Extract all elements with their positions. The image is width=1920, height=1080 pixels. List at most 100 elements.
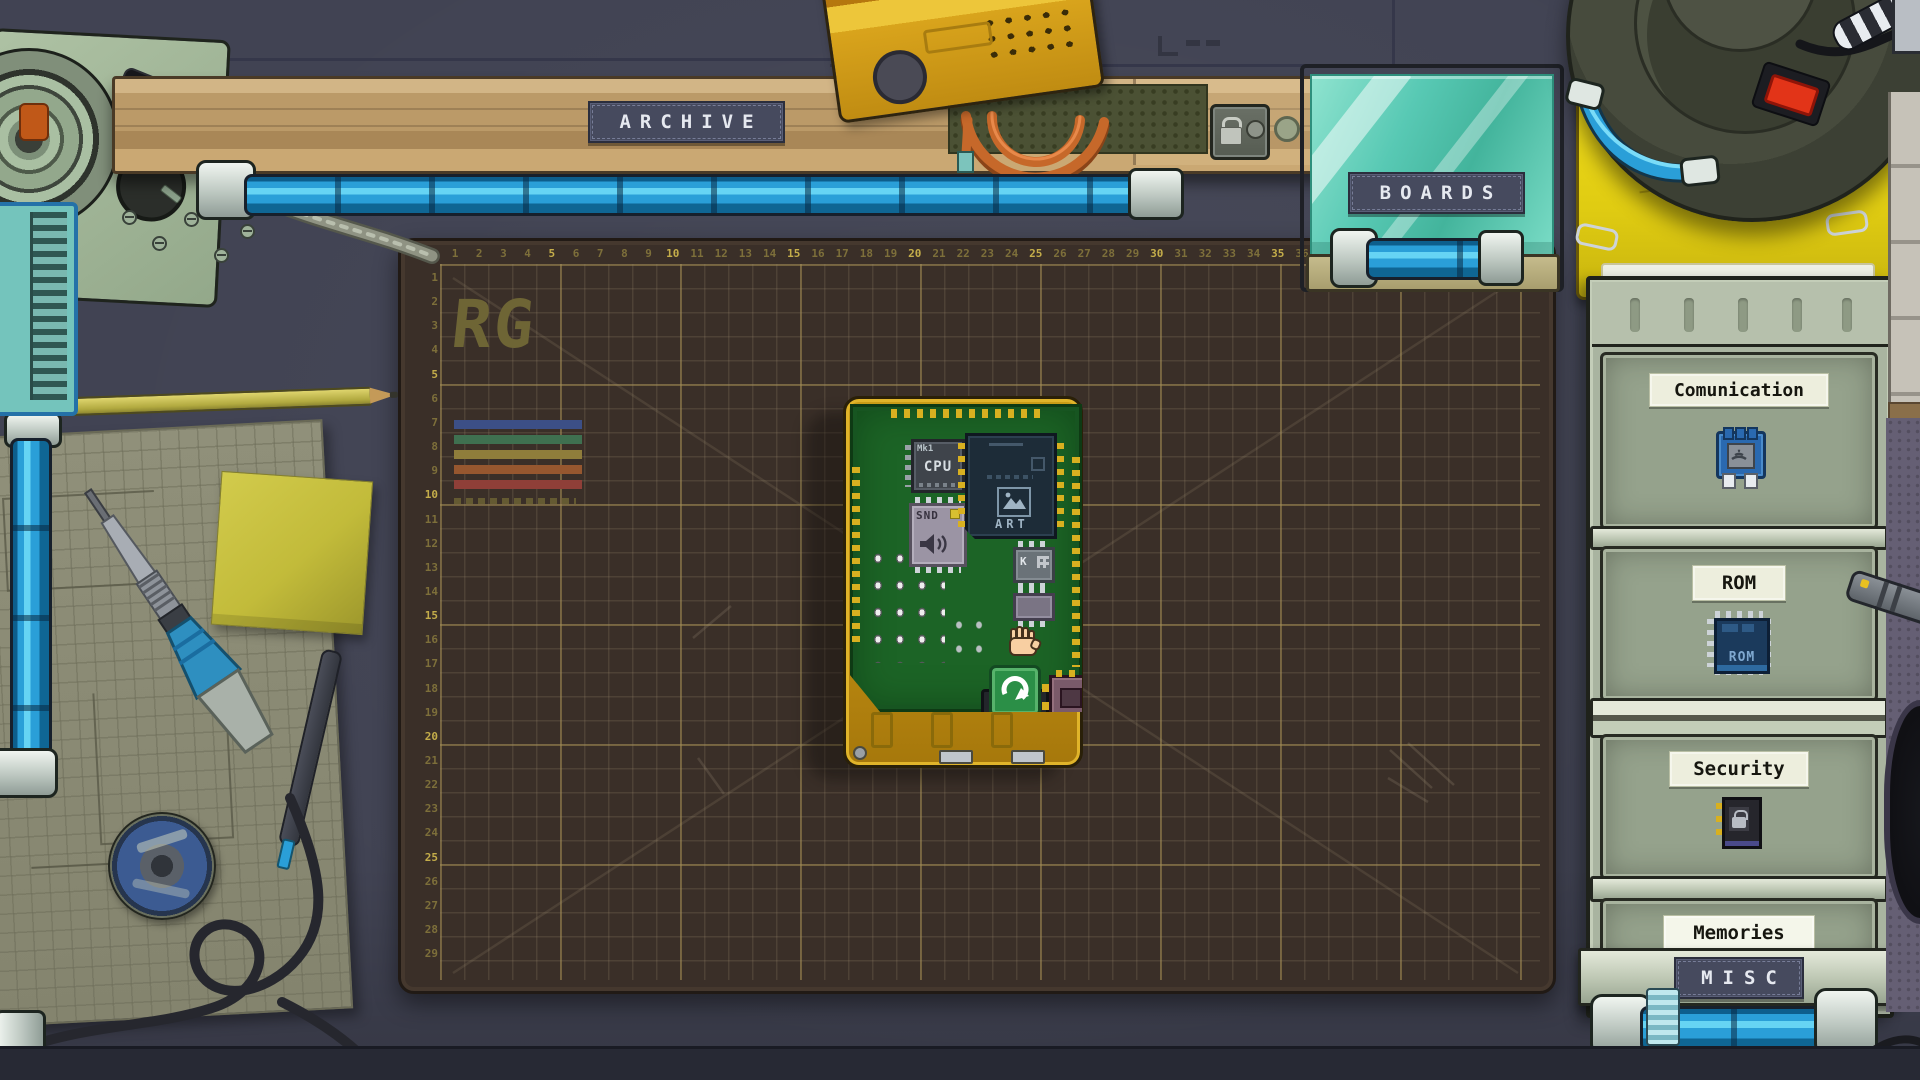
ruler-number: 3 [491,247,515,260]
circuit-board[interactable]: Mk1 CPU SND [850,404,1082,712]
ruler-number: 3 [412,319,438,332]
hub-orange-latch [19,103,49,141]
drawer-security[interactable]: Security [1600,734,1878,880]
pencil-graphite [390,392,398,398]
grille-device [0,202,78,416]
shelf-button [1274,116,1300,142]
ruler-number: 33 [1217,247,1241,260]
ruler-number: 17 [412,657,438,670]
ruler-number: 8 [412,440,438,453]
ruler-number: 15 [412,609,438,622]
corner-metal-piece [1892,0,1920,54]
boards-label: BOARDS [1380,182,1503,204]
rotate-arrow-icon[interactable] [989,665,1041,717]
pcb-top-pads [891,409,1041,418]
tape-roll[interactable] [108,812,216,920]
gadget[interactable]: Mk1 CPU SND [843,396,1083,768]
shell-slot [931,712,953,748]
shell-clasp [1011,750,1045,764]
k-chip[interactable]: K [1013,547,1055,583]
desk-seam [1392,0,1395,66]
drawer-unit: Comunication ROM ROM [1586,276,1894,1018]
rom-chip-icon: ROM [1707,611,1771,675]
ruler-number: 16 [412,633,438,646]
art-label: ART [995,517,1029,531]
pcb-left-pads [852,467,860,647]
ruler-number: 25 [1024,247,1048,260]
ruler-number: 9 [412,464,438,477]
pcb-right-pads [1072,457,1080,667]
ruler-number: 22 [951,247,975,260]
grille-slats [30,212,67,400]
ruler-number: 11 [685,247,709,260]
mat-logo-fineprint [454,498,576,504]
ruler-number: 24 [1000,247,1024,260]
clipboard-blue-hose [1560,80,1740,200]
misc-label: MISC [1701,967,1787,989]
workbench-scene: 1234567891011121314151617181920212223242… [0,0,1920,1080]
ruler-number: 20 [903,247,927,260]
blue-pipe-boards [1366,238,1490,280]
ruler-number: 7 [412,416,438,429]
ruler-number: 28 [1096,247,1120,260]
wifi-chip-icon [1714,425,1764,483]
ruler-number: 19 [879,247,903,260]
tape-label-mark [136,828,189,854]
art-chip[interactable]: ART [965,433,1057,539]
drawer-label-rom: ROM [1692,565,1786,601]
corner-slot-mark [1158,36,1178,56]
via-dots [949,613,993,661]
shelf-edge-bar [1590,698,1888,738]
ruler-number: 9 [637,247,661,260]
ruler-number: 21 [927,247,951,260]
ruler-number: 26 [1048,247,1072,260]
shelf-lock-box[interactable] [1210,104,1270,160]
ruler-number: 18 [854,247,878,260]
ruler-number: 13 [733,247,757,260]
ruler-number: 14 [758,247,782,260]
ruler-number: 18 [412,682,438,695]
ruler-number: 20 [412,730,438,743]
desk-front-edge [0,1046,1920,1080]
device-slot [923,21,994,54]
small-chip[interactable] [1013,593,1055,621]
mat-logo: RG [449,292,539,358]
ruler-number: 2 [467,247,491,260]
mat-logo-stripes [454,420,582,500]
tile-wall-edge [1888,92,1920,402]
screw[interactable] [240,224,255,239]
logo-stripe [454,420,582,429]
vent-slot [1186,40,1200,46]
ruler-number: 12 [709,247,733,260]
screw[interactable] [122,210,137,225]
blue-pipe-vertical [10,438,52,760]
ruler-number: 30 [1145,247,1169,260]
drawer-comunication[interactable]: Comunication [1600,352,1878,530]
ruler-number: 13 [412,561,438,574]
misc-plaque: MISC [1674,957,1804,999]
boards-plaque: BOARDS [1348,172,1525,214]
cpu-chip[interactable]: Mk1 CPU [911,439,965,493]
ruler-number: 23 [975,247,999,260]
cpu-label: CPU [911,459,965,475]
speaker-holes [979,4,1077,62]
ruler-number: 12 [412,537,438,550]
ruler-number: 10 [412,488,438,501]
ruler-number: 14 [412,585,438,598]
ruler-number: 8 [612,247,636,260]
logo-stripe [454,480,582,489]
ruler-number: 15 [782,247,806,260]
drawer-rom[interactable]: ROM ROM [1600,546,1878,702]
pencil[interactable] [62,387,372,417]
logo-stripe [454,465,582,474]
vent-slot [1206,40,1220,46]
screw[interactable] [152,236,167,251]
ruler-number: 19 [412,706,438,719]
drawer-label-comunication: Comunication [1649,373,1829,407]
screw[interactable] [214,248,229,263]
ruler-number: 31 [1169,247,1193,260]
logo-stripe [454,435,582,444]
ruler-number: 29 [1121,247,1145,260]
ruler-number: 5 [412,368,438,381]
ruler-number: 34 [1242,247,1266,260]
